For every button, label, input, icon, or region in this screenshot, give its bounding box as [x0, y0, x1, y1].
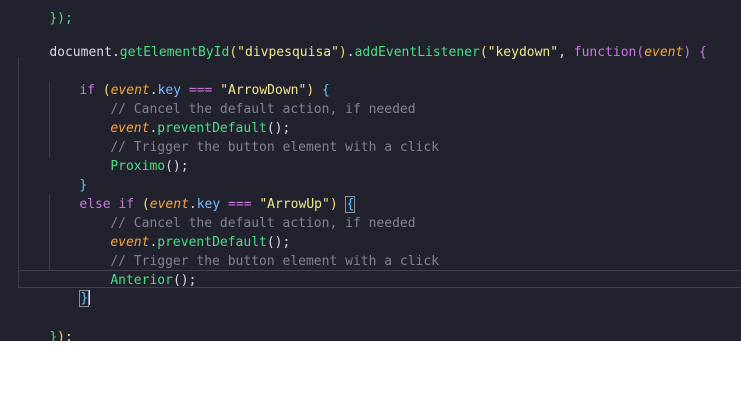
token-brace: }: [49, 330, 58, 341]
code-line-1: document.getElementById("divpesquisa").a…: [18, 24, 741, 60]
token-punctuation: ,: [558, 45, 574, 60]
code-line-6: // Trigger the button element with a cli…: [79, 119, 741, 155]
code-line-16: });: [18, 309, 741, 341]
token-string: "keydown": [487, 45, 559, 60]
code-line-4: // Cancel the default action, if needed: [79, 81, 741, 117]
code-line-3: if (event.key === "ArrowDown") {: [48, 62, 741, 98]
matched-bracket-close: }: [79, 290, 90, 307]
token-function: addEventListener: [354, 45, 480, 60]
token-punctuation: .: [346, 45, 355, 60]
code-editor[interactable]: }); document.getElementById("divpesquisa…: [0, 0, 741, 341]
code-line-8: }: [48, 157, 741, 193]
code-line-7: Proximo();: [79, 138, 741, 174]
code-line-14: }: [48, 270, 741, 307]
code-line-11: event.preventDefault();: [79, 214, 741, 250]
token-string: "divpesquisa": [237, 45, 339, 60]
code-line-13: Anterior();: [79, 252, 741, 288]
token-keyword: function: [573, 45, 637, 60]
token-brace: {: [699, 45, 707, 60]
token-identifier: document: [49, 45, 112, 60]
token-punctuation: .: [111, 45, 120, 60]
indent-guide-outer: [18, 57, 19, 269]
token-paren: (: [479, 45, 488, 60]
text-cursor: [89, 290, 91, 305]
token-function: getElementById: [119, 45, 230, 60]
code-line-10: // Cancel the default action, if needed: [79, 195, 741, 231]
token-paren: (: [229, 45, 238, 60]
token-parameter: event: [644, 45, 684, 60]
code-line-12: // Trigger the button element with a cli…: [79, 233, 741, 269]
token-paren: ): [338, 45, 347, 60]
token-paren: ): [683, 45, 699, 60]
code-line-5: event.preventDefault();: [79, 100, 741, 136]
token-punctuation: );: [57, 330, 73, 341]
code-line-top-fragment: });: [18, 0, 741, 26]
code-line-9: else if (event.key === "ArrowUp") {: [48, 176, 741, 213]
